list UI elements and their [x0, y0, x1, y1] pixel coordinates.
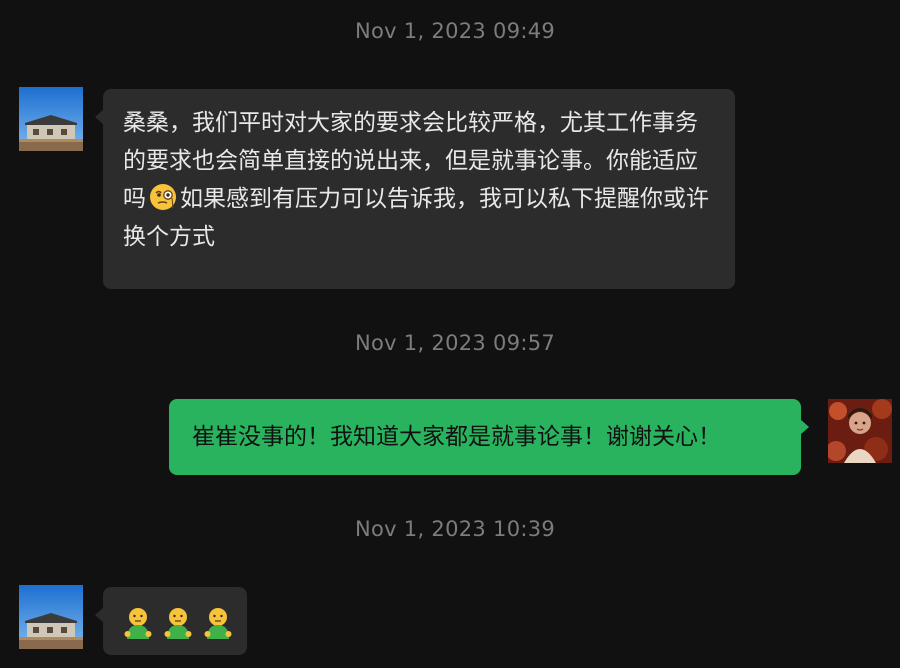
contact-avatar[interactable]	[19, 585, 83, 649]
outgoing-message-bubble[interactable]: 崔崔没事的！我知道大家都是就事论事！谢谢关心！	[169, 399, 809, 475]
contact-avatar-image	[19, 585, 83, 649]
message-text: 崔崔没事的！我知道大家都是就事论事！谢谢关心！	[192, 424, 721, 450]
person-standing-icon	[201, 605, 235, 651]
person-standing-icon	[121, 605, 155, 651]
self-avatar-image	[828, 399, 892, 463]
chat-window: Nov 1, 2023 09:49 桑桑，我们平时对大家的要求会比较严格，尤其工…	[0, 0, 900, 668]
timestamp: Nov 1, 2023 09:49	[354, 19, 556, 43]
emoji-row	[121, 605, 232, 651]
self-avatar[interactable]	[828, 399, 892, 463]
person-standing-icon	[161, 605, 195, 651]
incoming-message-bubble[interactable]: 桑桑，我们平时对大家的要求会比较严格，尤其工作事务的要求也会简单直接的说出来，但…	[95, 89, 735, 289]
face-with-monocle-icon	[148, 182, 178, 212]
bubble-tail	[95, 109, 104, 125]
incoming-emoji-bubble[interactable]	[95, 587, 247, 655]
bubble-tail	[95, 607, 104, 623]
bubble-tail	[800, 419, 809, 435]
contact-avatar[interactable]	[19, 87, 83, 151]
timestamp: Nov 1, 2023 10:39	[354, 517, 556, 541]
contact-avatar-image	[19, 87, 83, 151]
timestamp: Nov 1, 2023 09:57	[354, 331, 556, 355]
message-text: 如果感到有压力可以告诉我，我可以私下提醒你或许换个方式	[123, 186, 709, 250]
